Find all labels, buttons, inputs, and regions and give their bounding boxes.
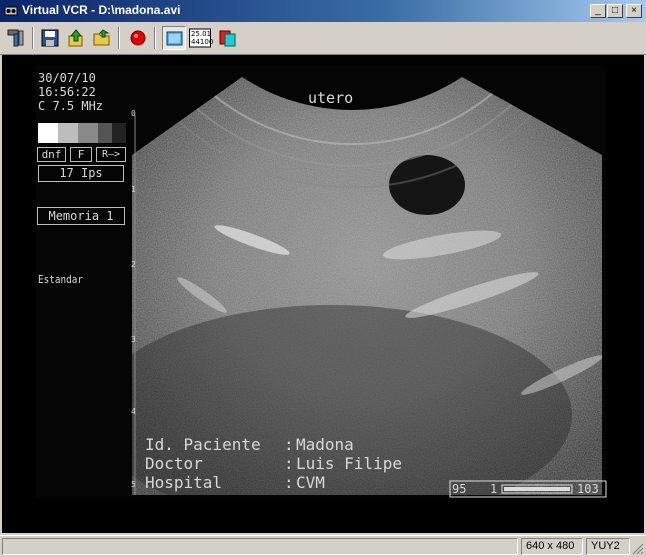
video-viewport[interactable]: 30/07/10 16:56:22 C 7.5 MHz dnf F R—> 17… bbox=[2, 55, 644, 533]
patient-id-value-prefix: : bbox=[284, 435, 294, 454]
depth-mark: 4 bbox=[131, 407, 136, 416]
exam-date: 30/07/10 bbox=[38, 71, 96, 85]
app-window: Virtual VCR - D:\madona.avi _ □ × 25.01 … bbox=[0, 0, 646, 557]
save-button[interactable] bbox=[38, 26, 62, 50]
patient-id-value: Madona bbox=[296, 435, 354, 454]
toolbar: 25.01 44100 bbox=[0, 22, 646, 55]
preset-label: Estandar bbox=[38, 273, 84, 286]
tools-button[interactable] bbox=[4, 26, 28, 50]
resolution-panel: 640 x 480 bbox=[521, 538, 583, 555]
dnf-indicator: dnf bbox=[37, 147, 66, 162]
record-icon bbox=[130, 30, 146, 46]
organ-label: utero bbox=[308, 89, 354, 107]
hospital-value: CVM bbox=[296, 473, 325, 492]
timecode-bottom: 44100 bbox=[191, 38, 214, 46]
exam-time: 16:56:22 bbox=[38, 85, 96, 99]
f-indicator: F bbox=[70, 147, 92, 162]
depth-mark: 1 bbox=[131, 185, 136, 194]
title-bar[interactable]: Virtual VCR - D:\madona.avi _ □ × bbox=[0, 0, 646, 22]
resize-grip-icon[interactable] bbox=[632, 543, 644, 555]
doctor-label: Doctor bbox=[145, 454, 203, 473]
close-button[interactable]: × bbox=[626, 4, 642, 18]
format-panel: YUY2 bbox=[586, 538, 630, 555]
upload-icon bbox=[68, 29, 83, 47]
depth-mark: 2 bbox=[131, 260, 136, 269]
vcr-app-icon bbox=[4, 6, 18, 16]
upload-button[interactable] bbox=[64, 26, 88, 50]
save-icon bbox=[41, 29, 59, 47]
patient-id-label: Id. Paciente bbox=[145, 435, 261, 454]
capture-button[interactable] bbox=[162, 26, 186, 50]
frame-range-left: 95 bbox=[452, 482, 467, 496]
capture-icon bbox=[166, 31, 183, 46]
depth-mark: 3 bbox=[131, 335, 136, 344]
record-button[interactable] bbox=[126, 26, 150, 50]
frame-range-mid: 1 bbox=[490, 482, 498, 496]
hospital-label: Hospital bbox=[145, 473, 223, 492]
minimize-button[interactable]: _ bbox=[590, 4, 606, 18]
window-title: Virtual VCR - D:\madona.avi bbox=[22, 3, 181, 17]
status-bar: 640 x 480 YUY2 bbox=[0, 535, 646, 557]
toolbar-separator bbox=[154, 27, 156, 49]
memory-label: Memoria 1 bbox=[37, 207, 125, 225]
depth-mark: 0 bbox=[131, 109, 136, 118]
maximize-button[interactable]: □ bbox=[607, 4, 623, 18]
timecode-button[interactable]: 25.01 44100 bbox=[188, 26, 214, 50]
frame-rate: 17 Ips bbox=[38, 165, 124, 182]
probe-frequency: C 7.5 MHz bbox=[38, 99, 104, 113]
hospital-value-prefix: : bbox=[284, 473, 294, 492]
r-indicator: R—> bbox=[96, 147, 126, 162]
tools-icon bbox=[7, 29, 24, 47]
open-folder-icon bbox=[93, 29, 110, 46]
timecode-top: 25.01 bbox=[191, 30, 212, 38]
overlay-icon bbox=[219, 30, 236, 47]
open-folder-button[interactable] bbox=[90, 26, 114, 50]
overlay-button[interactable] bbox=[216, 26, 240, 50]
toolbar-separator bbox=[32, 27, 34, 49]
doctor-value-prefix: : bbox=[284, 454, 294, 473]
depth-mark: 5 bbox=[131, 480, 136, 489]
toolbar-separator bbox=[118, 27, 120, 49]
doctor-value: Luis Filipe bbox=[296, 454, 402, 473]
frame-range-right: 103 bbox=[577, 482, 599, 496]
status-main-panel bbox=[2, 538, 518, 555]
